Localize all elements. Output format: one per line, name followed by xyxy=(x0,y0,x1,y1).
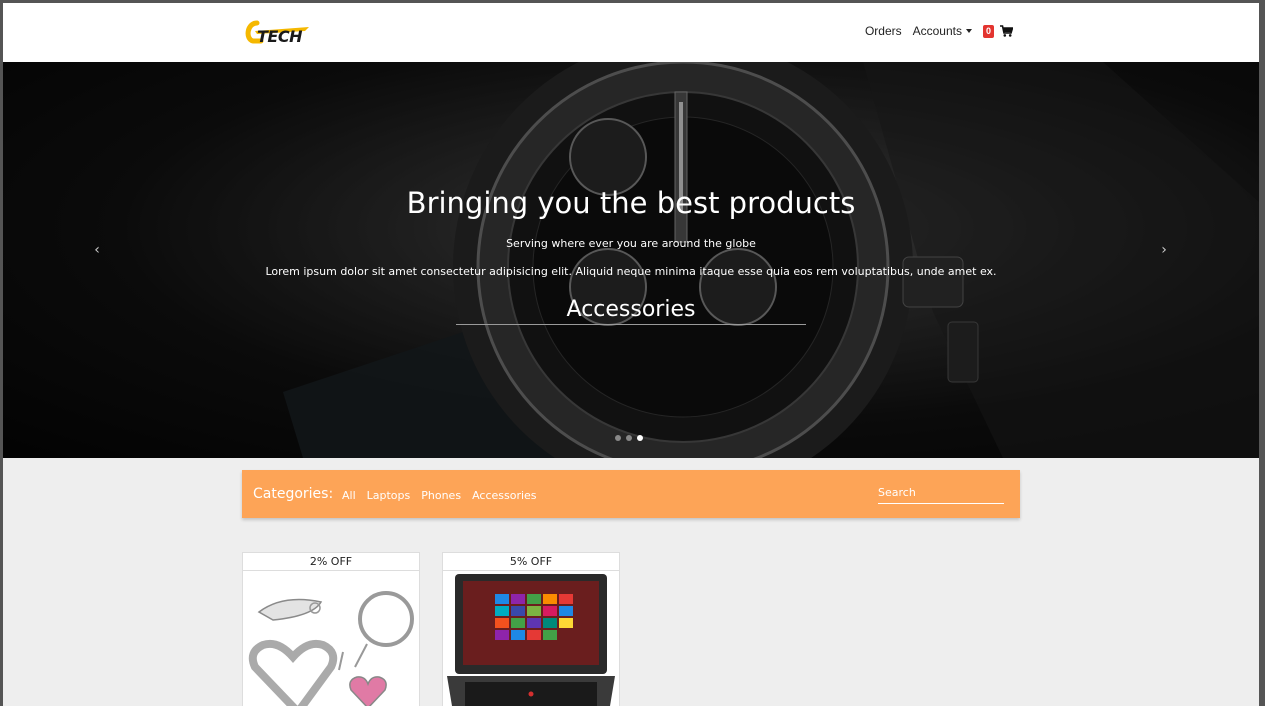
hero-subtitle: Serving where ever you are around the gl… xyxy=(506,237,756,250)
shopping-cart-icon[interactable] xyxy=(1000,25,1013,37)
category-phones[interactable]: Phones xyxy=(421,489,461,502)
carousel-next-icon[interactable]: › xyxy=(1154,242,1174,258)
hero-category-link[interactable]: Accessories xyxy=(456,297,806,325)
nav-accounts-label: Accounts xyxy=(912,24,962,38)
categories-bar: Categories: All Laptops Phones Accessori… xyxy=(242,470,1020,518)
page: TECH Orders Accounts 0 Bringing you the … xyxy=(3,3,1259,706)
product-card[interactable]: 2% OFF xyxy=(242,552,420,706)
hero-description: Lorem ipsum dolor sit amet consectetur a… xyxy=(265,265,997,278)
cart-count-badge[interactable]: 0 xyxy=(982,24,994,38)
keychain-image xyxy=(248,591,414,706)
category-all[interactable]: All xyxy=(342,489,356,502)
nav-accounts-dropdown[interactable]: Accounts xyxy=(913,24,972,38)
category-accessories[interactable]: Accessories xyxy=(472,489,536,502)
carousel-prev-icon[interactable]: ‹ xyxy=(87,242,107,258)
navbar: TECH Orders Accounts 0 xyxy=(3,3,1259,62)
hero-title: Bringing you the best products xyxy=(406,186,856,220)
nav-links: Orders Accounts 0 xyxy=(854,24,1013,38)
discount-badge: 5% OFF xyxy=(443,553,619,571)
categories-label: Categories: xyxy=(253,486,334,502)
nav-orders-link[interactable]: Orders xyxy=(865,24,902,38)
category-laptops[interactable]: Laptops xyxy=(367,489,411,502)
category-links: All Laptops Phones Accessories xyxy=(342,489,548,502)
brand-logo-text: TECH xyxy=(257,27,302,46)
product-card[interactable]: 5% OFF xyxy=(442,552,620,706)
watch-background-image xyxy=(3,62,1259,458)
carousel-indicator-2[interactable] xyxy=(626,435,632,441)
carousel-indicator-3[interactable] xyxy=(637,435,643,441)
search-input[interactable] xyxy=(878,482,1004,504)
carousel-indicator-1[interactable] xyxy=(615,435,621,441)
carousel-indicators xyxy=(615,435,648,441)
discount-badge: 2% OFF xyxy=(243,553,419,571)
caret-down-icon xyxy=(965,29,972,33)
hero-carousel: Bringing you the best products Serving w… xyxy=(3,62,1259,458)
laptop-image xyxy=(447,574,615,706)
